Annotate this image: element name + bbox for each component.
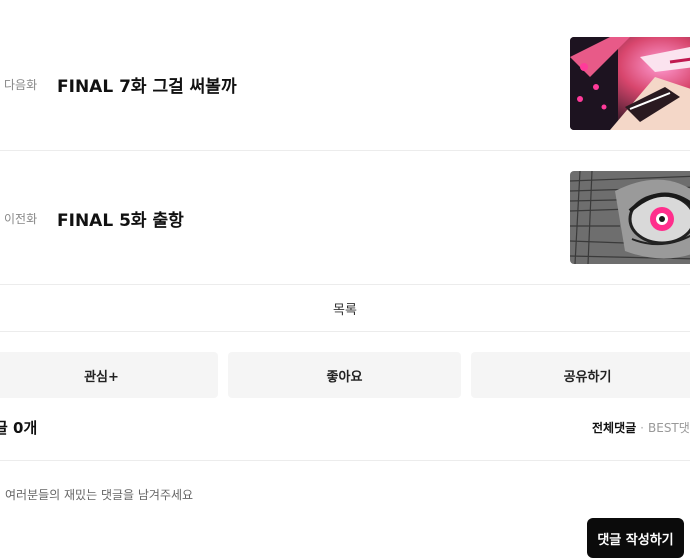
comment-input[interactable]: 여러분들의 재밌는 댓글을 남겨주세요 — [5, 486, 193, 503]
favorite-button[interactable]: 관심+ — [0, 352, 218, 398]
comment-divider — [0, 460, 690, 461]
write-comment-button[interactable]: 댓글 작성하기 — [587, 518, 684, 558]
list-button[interactable]: 목록 — [0, 299, 690, 318]
row-divider — [0, 284, 690, 285]
row-divider — [0, 150, 690, 151]
previous-episode-thumbnail[interactable] — [570, 171, 690, 264]
tab-separator: · — [640, 421, 644, 435]
comment-sort-tabs: 전체댓글 · BEST댓 — [592, 419, 690, 436]
next-episode-title[interactable]: FINAL 7화 그걸 써볼까 — [57, 72, 237, 97]
like-button[interactable]: 좋아요 — [228, 352, 461, 398]
next-episode-kind: 다음화 — [4, 78, 38, 92]
share-button[interactable]: 공유하기 — [471, 352, 690, 398]
next-episode-thumbnail[interactable] — [570, 37, 690, 130]
comment-count: 글 0개 — [0, 419, 38, 437]
previous-thumbnail-art — [570, 171, 690, 264]
previous-episode-title[interactable]: FINAL 5화 출항 — [57, 206, 184, 231]
next-thumbnail-art — [570, 37, 690, 130]
previous-episode-row[interactable]: 이전화 FINAL 5화 출항 — [0, 171, 690, 264]
tab-best-comments[interactable]: BEST댓 — [648, 421, 690, 435]
row-divider — [0, 331, 690, 332]
tab-all-comments[interactable]: 전체댓글 — [592, 421, 636, 435]
next-episode-row[interactable]: 다음화 FINAL 7화 그걸 써볼까 — [0, 37, 690, 130]
previous-episode-kind: 이전화 — [4, 212, 38, 226]
